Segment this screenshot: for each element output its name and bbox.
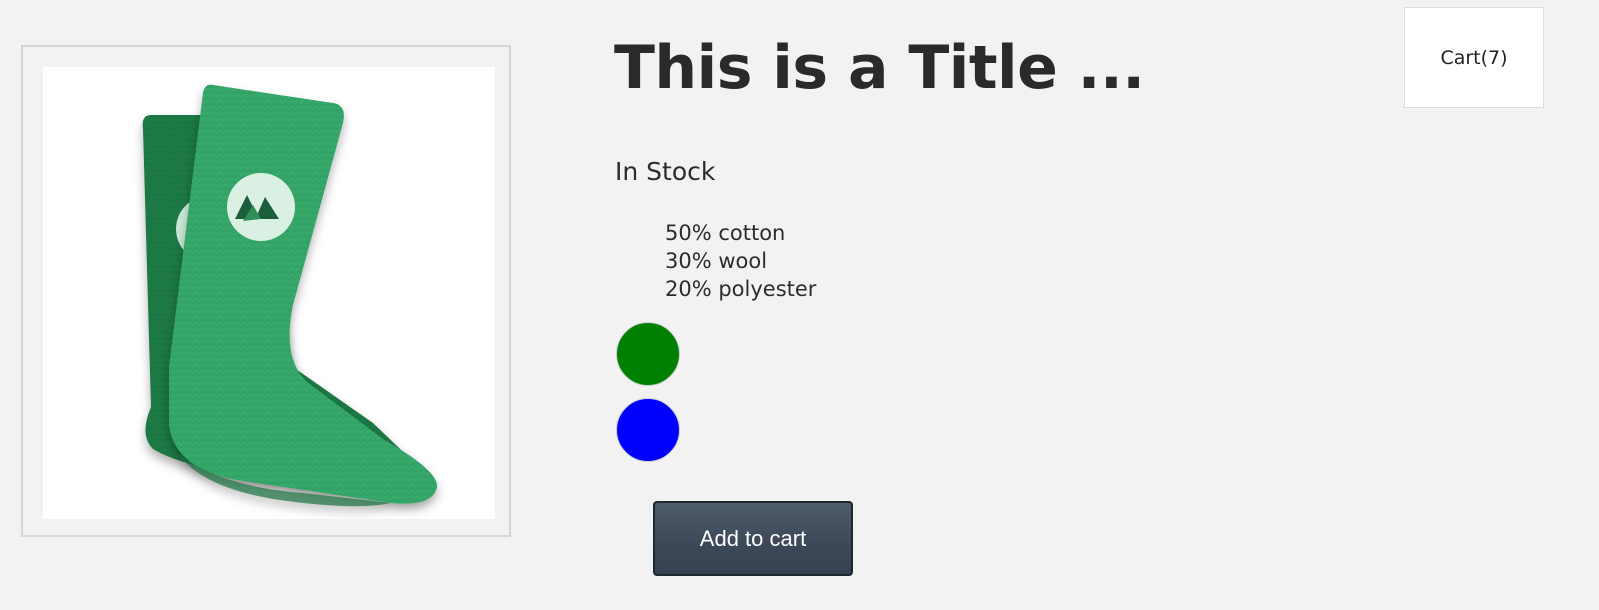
product-image bbox=[43, 67, 495, 519]
add-to-cart-button[interactable]: Add to cart bbox=[653, 501, 853, 576]
cart-button[interactable]: Cart(7) bbox=[1404, 7, 1544, 108]
material-item: 30% wool bbox=[665, 249, 768, 273]
sock-image bbox=[142, 84, 438, 507]
color-swatches bbox=[616, 322, 680, 474]
sock-logo-icon bbox=[227, 173, 295, 241]
color-swatch-blue[interactable] bbox=[616, 398, 680, 462]
material-item: 20% polyester bbox=[665, 277, 817, 301]
front-sock bbox=[169, 84, 438, 507]
stock-status: In Stock bbox=[615, 157, 716, 186]
product-image-frame bbox=[21, 45, 511, 537]
materials-list: 50% cotton 30% wool 20% polyester bbox=[665, 219, 816, 303]
material-item: 50% cotton bbox=[665, 221, 786, 245]
product-title: This is a Title ... bbox=[614, 33, 1145, 103]
color-swatch-green[interactable] bbox=[616, 322, 680, 386]
